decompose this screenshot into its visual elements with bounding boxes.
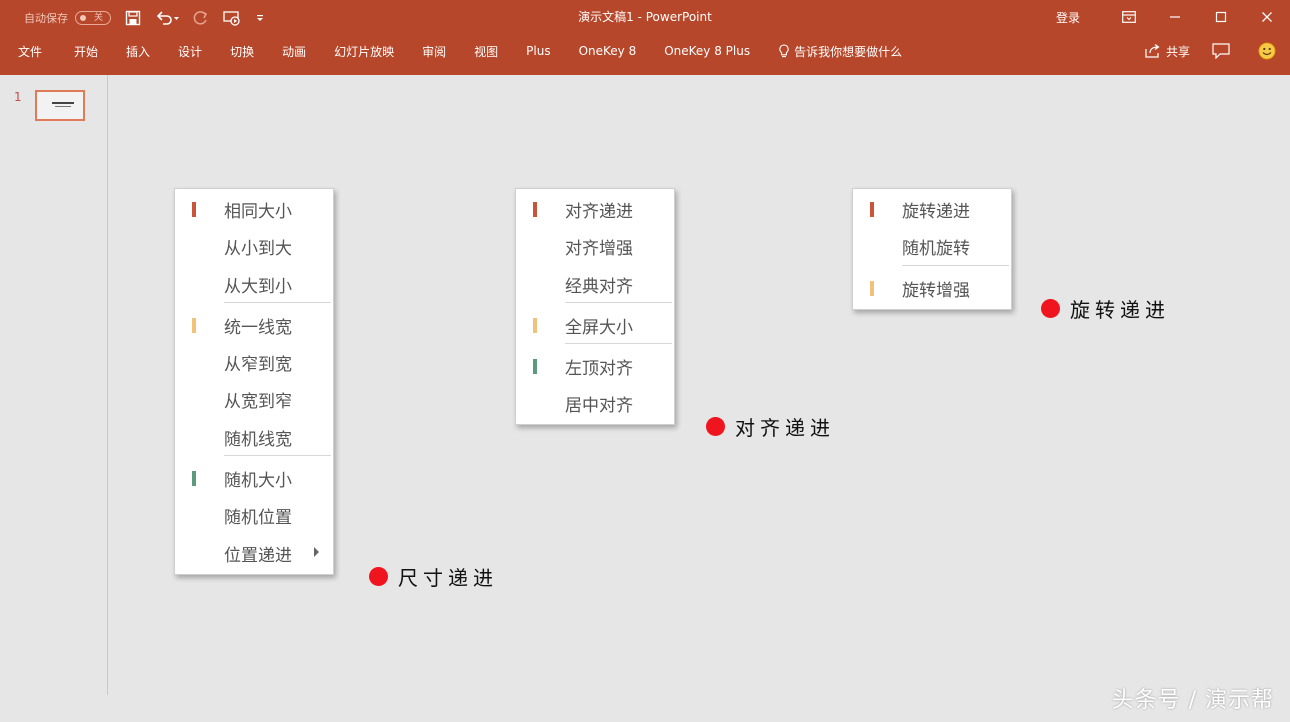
- menu-item-rotate-enhance[interactable]: 旋转增强: [853, 268, 1011, 305]
- red-dot-icon: [1041, 299, 1060, 318]
- annotation-size: 尺寸递进: [369, 562, 498, 591]
- minimize-icon[interactable]: [1152, 0, 1198, 34]
- menu-item-label: 从宽到窄: [224, 392, 292, 413]
- tab-transitions[interactable]: 切换: [230, 43, 254, 60]
- menu-color-mark: [192, 317, 196, 333]
- menu-item-label: 全屏大小: [565, 317, 633, 338]
- comments-icon[interactable]: [1212, 43, 1230, 59]
- tab-review[interactable]: 审阅: [422, 43, 446, 60]
- tab-view[interactable]: 视图: [474, 43, 498, 60]
- tab-design[interactable]: 设计: [178, 43, 202, 60]
- menu-item-small-to-large[interactable]: 从小到大: [175, 226, 333, 263]
- lightbulb-icon: [779, 44, 789, 58]
- menu-item-fullscreen-size[interactable]: 全屏大小: [516, 305, 674, 342]
- feedback-smiley-icon[interactable]: [1258, 42, 1276, 60]
- tab-file[interactable]: 文件: [18, 43, 42, 60]
- menu-item-position-progression[interactable]: 位置递进: [175, 533, 333, 570]
- tell-me-label: 告诉我你想要做什么: [794, 44, 903, 59]
- menu-item-label: 统一线宽: [224, 317, 292, 338]
- menu-item-label: 左顶对齐: [565, 359, 633, 380]
- menu-separator: [224, 455, 331, 457]
- menu-color-mark: [192, 202, 196, 217]
- menu-item-label: 经典对齐: [565, 276, 633, 297]
- menu-item-random-rotate[interactable]: 随机旋转: [853, 226, 1011, 263]
- menu-item-label: 位置递进: [224, 545, 292, 566]
- login-link[interactable]: 登录: [1056, 9, 1080, 26]
- ribbon-tabs: 文件 开始 插入 设计 切换 动画 幻灯片放映 审阅 视图 Plus OneKe…: [0, 40, 902, 62]
- menu-color-mark: [870, 202, 874, 217]
- menu-separator: [565, 343, 672, 345]
- maximize-icon[interactable]: [1198, 0, 1244, 34]
- menu-item-align-progression[interactable]: 对齐递进: [516, 189, 674, 226]
- share-icon: [1145, 44, 1160, 58]
- menu-color-mark: [533, 202, 537, 217]
- menu-separator: [565, 301, 672, 303]
- menu-item-label: 随机旋转: [902, 239, 970, 260]
- menu-item-label: 旋转递进: [902, 202, 970, 222]
- menu-color-mark: [192, 471, 196, 487]
- menu-item-label: 从窄到宽: [224, 355, 292, 376]
- menu-item-same-size[interactable]: 相同大小: [175, 189, 333, 226]
- tab-onekey8[interactable]: OneKey 8: [579, 44, 637, 58]
- slide-thumbnail[interactable]: [35, 90, 85, 121]
- menu-separator: [902, 264, 1009, 266]
- slide-thumbnail-pane: 1: [0, 75, 108, 695]
- menu-item-top-left-align[interactable]: 左顶对齐: [516, 346, 674, 383]
- menu-item-label: 从小到大: [224, 239, 292, 260]
- share-button[interactable]: 共享: [1145, 43, 1190, 60]
- menu-separator: [224, 301, 331, 303]
- menu-color-mark: [533, 317, 537, 333]
- menu-item-align-enhance[interactable]: 对齐增强: [516, 226, 674, 263]
- menu-item-uniform-line-width[interactable]: 统一线宽: [175, 305, 333, 342]
- tab-insert[interactable]: 插入: [126, 43, 150, 60]
- red-dot-icon: [706, 417, 725, 436]
- menu-item-label: 居中对齐: [565, 396, 633, 417]
- annotation-align: 对齐递进: [706, 412, 835, 441]
- tab-animations[interactable]: 动画: [282, 43, 306, 60]
- ribbon: 自动保存 关 演示文稿1 - PowerPoint 登录 文件 开始 插入 设计…: [0, 0, 1290, 75]
- menu-item-label: 随机线宽: [224, 429, 292, 450]
- menu-item-label: 相同大小: [224, 202, 292, 222]
- menu-item-large-to-small[interactable]: 从大到小: [175, 264, 333, 301]
- menu-item-random-size[interactable]: 随机大小: [175, 458, 333, 495]
- annotation-label: 旋转递进: [1070, 298, 1170, 322]
- menu-item-label: 对齐增强: [565, 239, 633, 260]
- tab-onekey8plus[interactable]: OneKey 8 Plus: [664, 44, 750, 58]
- menu-item-random-position[interactable]: 随机位置: [175, 495, 333, 532]
- annotation-label: 尺寸递进: [398, 566, 498, 590]
- menu-item-label: 随机位置: [224, 508, 292, 529]
- menu-item-classic-align[interactable]: 经典对齐: [516, 264, 674, 301]
- align-progression-menu: 对齐递进 对齐增强 经典对齐 全屏大小 左顶对齐 居中对齐: [515, 188, 675, 425]
- ribbon-display-options-icon[interactable]: [1106, 0, 1152, 34]
- tell-me-search[interactable]: 告诉我你想要做什么: [778, 43, 902, 60]
- close-icon[interactable]: [1244, 0, 1290, 34]
- ribbon-right-tools: 共享: [1145, 40, 1276, 62]
- menu-item-label: 随机大小: [224, 471, 292, 492]
- annotation-label: 对齐递进: [735, 416, 835, 440]
- tab-home[interactable]: 开始: [74, 43, 98, 60]
- watermark: 头条号 / 演示帮: [1111, 688, 1274, 713]
- annotation-rotate: 旋转递进: [1041, 294, 1170, 323]
- thumbnail-content-line: [55, 106, 71, 107]
- tab-plus[interactable]: Plus: [526, 44, 550, 58]
- menu-item-narrow-to-wide[interactable]: 从窄到宽: [175, 342, 333, 379]
- size-progression-menu: 相同大小 从小到大 从大到小 统一线宽 从窄到宽 从宽到窄 随机线宽 随机大小 …: [174, 188, 334, 575]
- menu-item-random-line-width[interactable]: 随机线宽: [175, 417, 333, 454]
- menu-item-center-align[interactable]: 居中对齐: [516, 383, 674, 420]
- share-label: 共享: [1165, 44, 1190, 59]
- submenu-arrow-icon: [314, 546, 319, 557]
- menu-item-label: 从大到小: [224, 276, 292, 297]
- menu-color-mark: [870, 280, 874, 296]
- slide-number: 1: [14, 90, 22, 104]
- menu-item-rotate-progression[interactable]: 旋转递进: [853, 189, 1011, 226]
- title-bar-controls: 登录: [1056, 0, 1290, 34]
- rotate-progression-menu: 旋转递进 随机旋转 旋转增强: [852, 188, 1012, 310]
- menu-item-label: 对齐递进: [565, 202, 633, 222]
- menu-item-wide-to-narrow[interactable]: 从宽到窄: [175, 379, 333, 416]
- thumbnail-content-line: [52, 102, 74, 104]
- tab-slideshow[interactable]: 幻灯片放映: [334, 43, 394, 60]
- menu-color-mark: [533, 359, 537, 375]
- menu-item-label: 旋转增强: [902, 280, 970, 301]
- red-dot-icon: [369, 567, 388, 586]
